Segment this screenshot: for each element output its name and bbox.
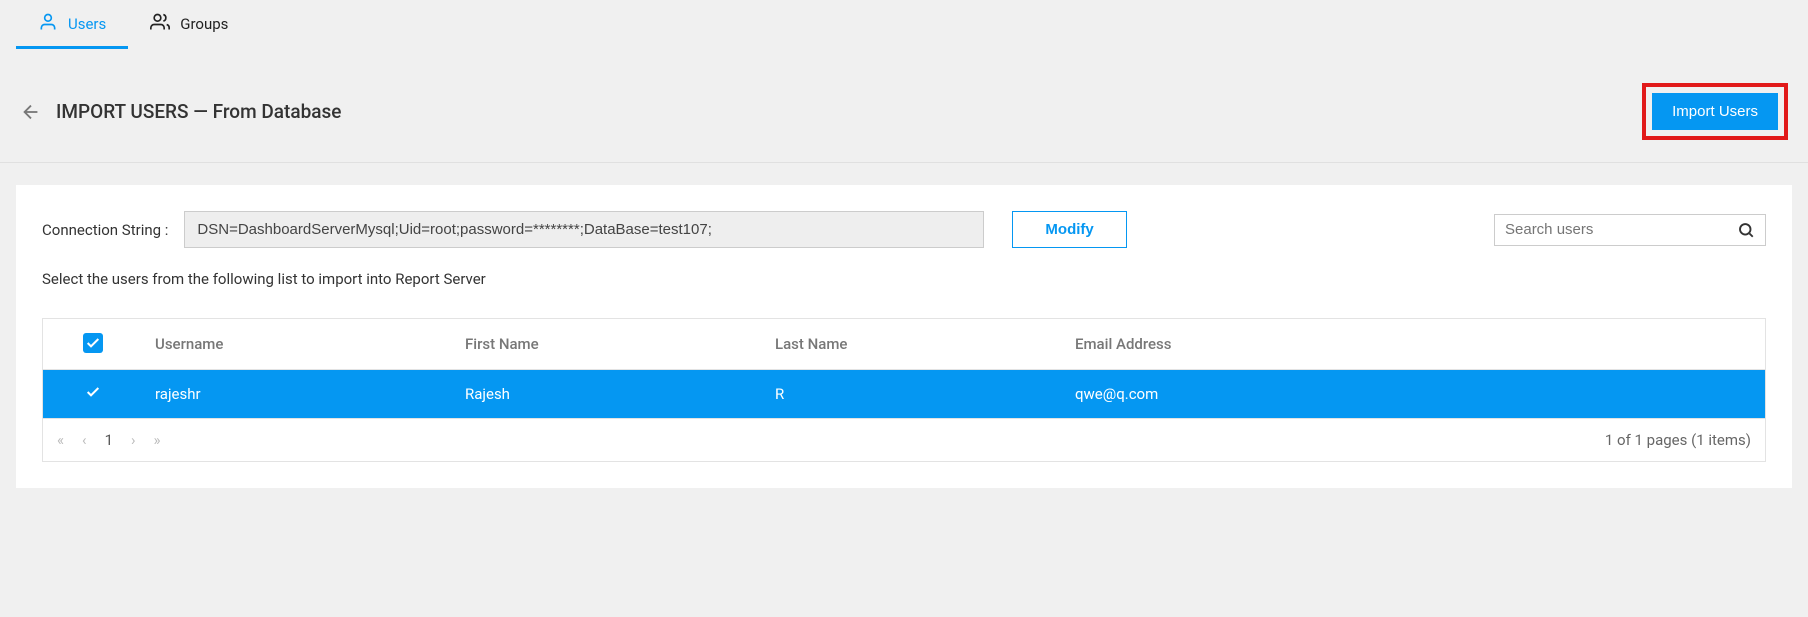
import-button-highlight: Import Users xyxy=(1642,83,1788,140)
modify-button[interactable]: Modify xyxy=(1012,211,1126,248)
col-email[interactable]: Email Address xyxy=(1063,319,1765,370)
pager-next-icon[interactable]: › xyxy=(131,431,136,449)
cell-email: qwe@q.com xyxy=(1063,370,1765,419)
tab-users[interactable]: Users xyxy=(16,0,128,49)
pager-first-icon[interactable]: « xyxy=(57,431,64,449)
users-table: Username First Name Last Name Email Addr… xyxy=(42,318,1766,462)
cell-username: rajeshr xyxy=(143,370,453,419)
user-icon xyxy=(38,12,58,36)
col-username[interactable]: Username xyxy=(143,319,453,370)
tab-groups-label: Groups xyxy=(180,15,228,33)
cell-last-name: R xyxy=(763,370,1063,419)
page-header: IMPORT USERS — From Database Import User… xyxy=(0,49,1808,163)
col-first-name[interactable]: First Name xyxy=(453,319,763,370)
search-box[interactable] xyxy=(1494,214,1766,246)
import-users-button[interactable]: Import Users xyxy=(1652,93,1778,130)
row-checkbox[interactable] xyxy=(85,384,101,400)
search-icon[interactable] xyxy=(1737,221,1755,239)
users-icon xyxy=(150,12,170,36)
main-panel: Connection String : Modify Select the us… xyxy=(16,185,1792,488)
tab-users-label: Users xyxy=(68,15,106,33)
cell-first-name: Rajesh xyxy=(453,370,763,419)
tabs: Users Groups xyxy=(0,0,1808,49)
instruction-text: Select the users from the following list… xyxy=(42,270,1766,288)
pager: « ‹ 1 › » 1 of 1 pages (1 items) xyxy=(43,418,1765,461)
connection-string-input xyxy=(184,211,984,248)
search-input[interactable] xyxy=(1505,221,1737,238)
pager-info: 1 of 1 pages (1 items) xyxy=(1605,431,1751,449)
page-title: IMPORT USERS — From Database xyxy=(56,100,341,123)
connection-string-label: Connection String : xyxy=(42,221,168,239)
select-all-checkbox[interactable] xyxy=(83,333,103,353)
pager-prev-icon[interactable]: ‹ xyxy=(82,431,87,449)
table-header-row: Username First Name Last Name Email Addr… xyxy=(43,319,1765,370)
back-arrow-icon[interactable] xyxy=(20,101,42,123)
table-row[interactable]: rajeshr Rajesh R qwe@q.com xyxy=(43,370,1765,419)
pager-last-icon[interactable]: » xyxy=(154,431,161,449)
tab-groups[interactable]: Groups xyxy=(128,0,250,49)
pager-current: 1 xyxy=(105,431,113,449)
col-last-name[interactable]: Last Name xyxy=(763,319,1063,370)
